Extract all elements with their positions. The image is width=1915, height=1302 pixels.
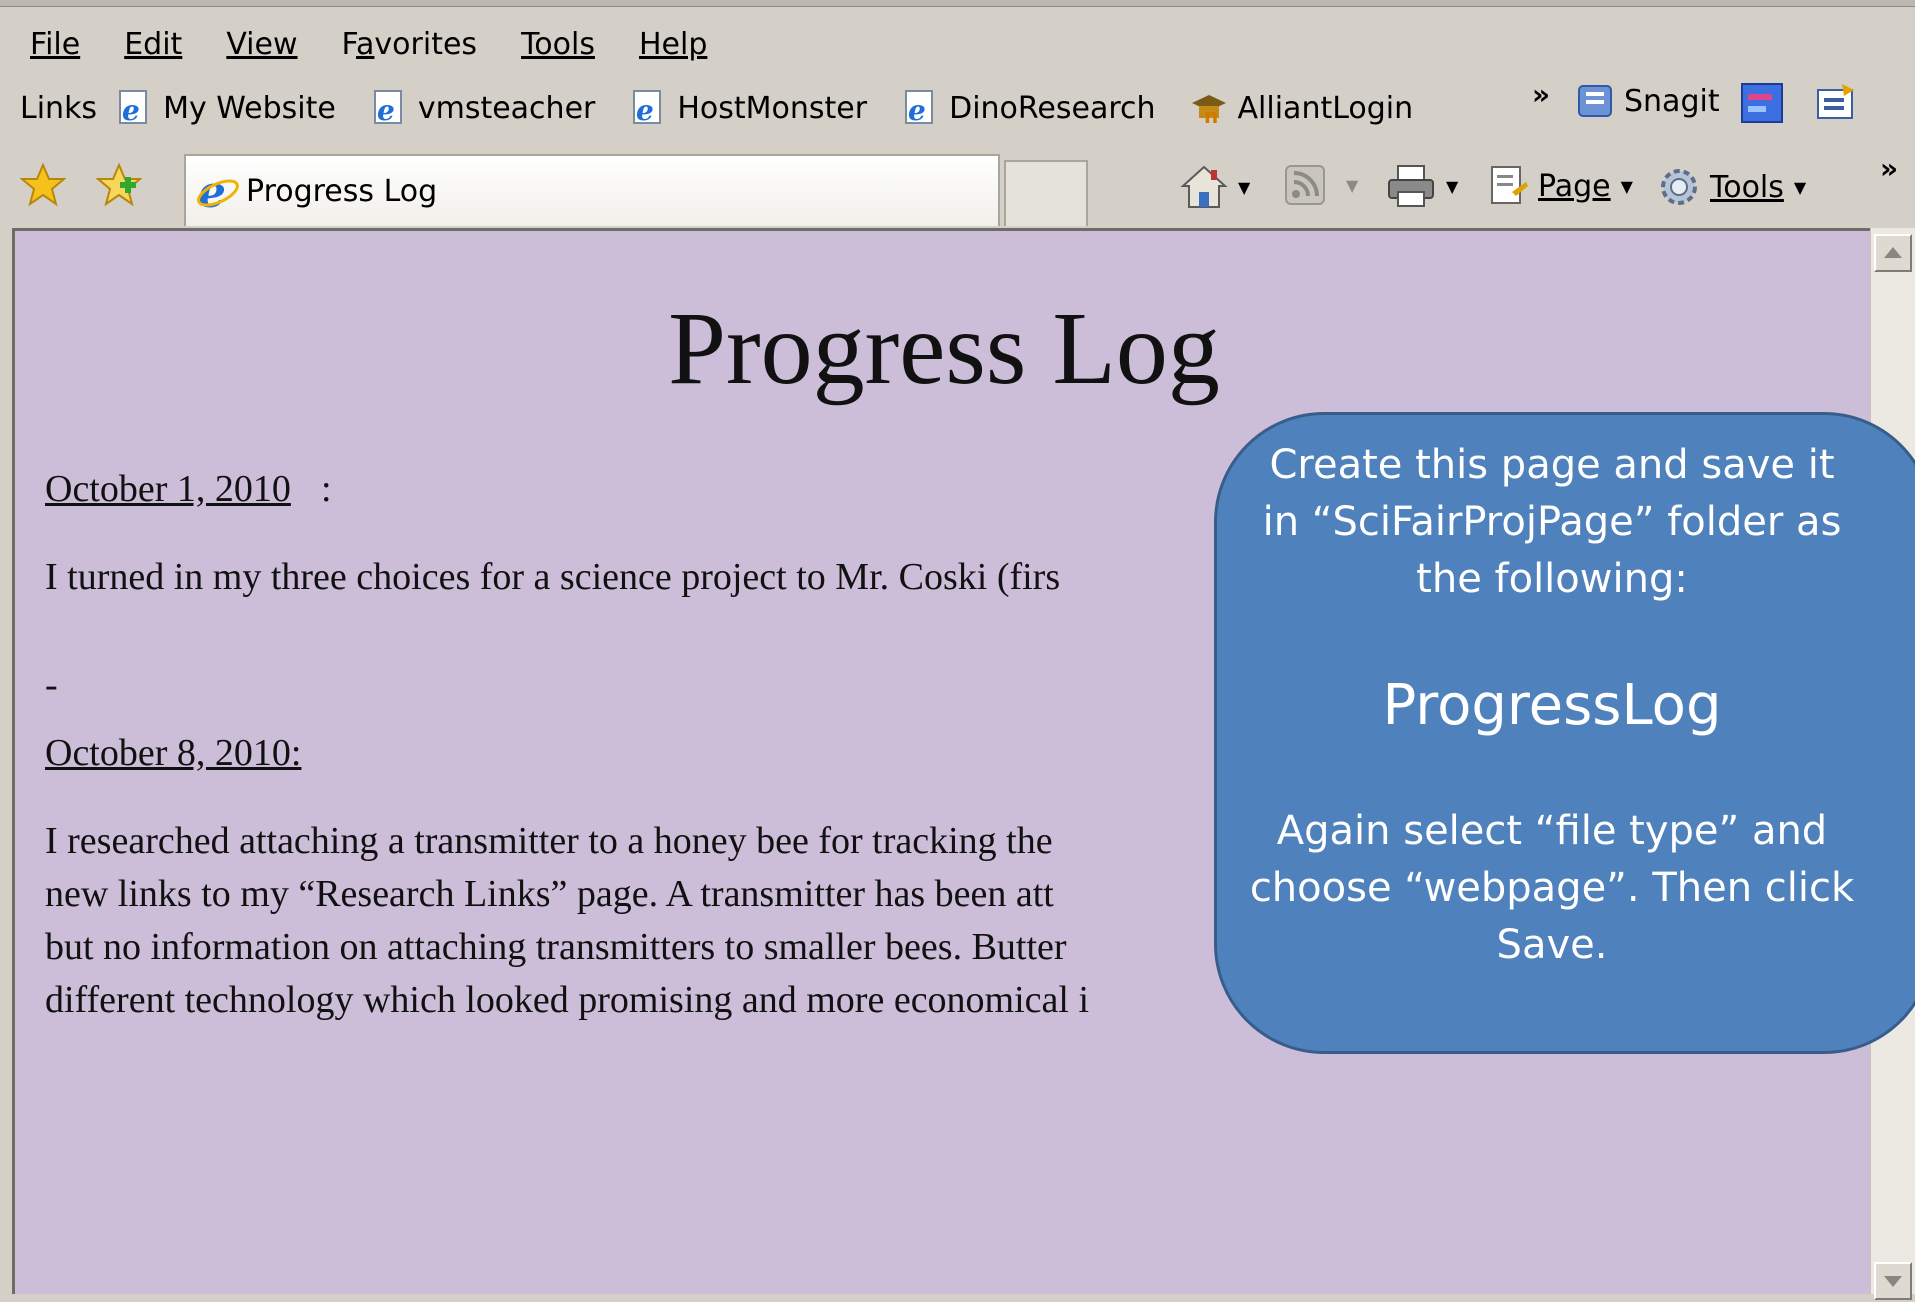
- snagit-editor-icon[interactable]: [1740, 82, 1784, 124]
- menu-file[interactable]: File: [30, 20, 80, 70]
- ie-page-icon: e: [905, 90, 934, 127]
- page-dropdown-icon[interactable]: ▼: [1621, 177, 1633, 196]
- tools-menu-button[interactable]: Tools ▼: [1656, 164, 1806, 210]
- ie-page-icon: e: [633, 90, 662, 127]
- new-tab-button[interactable]: [1004, 160, 1088, 226]
- ie-page-icon: e: [373, 90, 402, 127]
- entry-date-colon: :: [321, 468, 332, 510]
- scroll-down-arrow-icon: [1884, 1276, 1902, 1287]
- snagit-label: Snagit: [1624, 83, 1720, 119]
- ie-page-icon: e: [119, 90, 148, 127]
- link-label: AlliantLogin: [1237, 90, 1414, 126]
- add-favorite-icon[interactable]: [96, 162, 142, 208]
- command-overflow-chevron-icon[interactable]: »: [1880, 152, 1898, 185]
- send-page-icon[interactable]: [1814, 82, 1858, 124]
- window-top-edge: [0, 0, 1915, 7]
- instruction-callout: Create this page and save it in “SciFair…: [1214, 412, 1915, 1054]
- ie-logo-icon: e: [197, 169, 239, 213]
- tools-menu-label: Tools: [1710, 169, 1784, 205]
- link-label: My Website: [163, 90, 336, 126]
- svg-text:e: e: [636, 94, 654, 127]
- link-label: vmsteacher: [417, 90, 596, 126]
- print-button[interactable]: ▼: [1386, 164, 1458, 208]
- snagit-button[interactable]: Snagit: [1576, 82, 1720, 120]
- home-dropdown-icon[interactable]: ▼: [1238, 178, 1250, 197]
- snagit-icon: [1578, 85, 1612, 117]
- callout-instruction-text: Create this page and save it in “SciFair…: [1262, 442, 1842, 602]
- menu-favorites[interactable]: Favorites: [342, 20, 478, 70]
- svg-text:e: e: [377, 94, 395, 127]
- home-icon: [1180, 165, 1228, 208]
- link-vmsteacher[interactable]: e vmsteacher: [370, 89, 596, 127]
- entry-date: October 1, 2010: [45, 468, 291, 510]
- link-label: DinoResearch: [949, 90, 1156, 126]
- callout-filename: ProgressLog: [1382, 673, 1722, 738]
- favorites-star-icon[interactable]: [20, 162, 66, 208]
- menu-edit[interactable]: Edit: [124, 20, 182, 70]
- menu-help[interactable]: Help: [639, 20, 707, 70]
- links-overflow-chevron-icon[interactable]: »: [1532, 78, 1550, 111]
- links-label: Links: [20, 90, 98, 126]
- page-menu-label: Page: [1538, 168, 1611, 204]
- feeds-button[interactable]: ▼: [1284, 164, 1358, 206]
- entry-separator: -: [45, 664, 58, 706]
- entry-date: October 8, 2010:: [45, 732, 302, 774]
- page-menu-button[interactable]: Page ▼: [1486, 164, 1633, 208]
- menu-tools[interactable]: Tools: [521, 20, 595, 70]
- scroll-up-button[interactable]: [1874, 234, 1912, 272]
- command-bar: e Progress Log ▼ ▼ ▼ Page ▼ Tools ▼ »: [0, 146, 1915, 226]
- tab-title: Progress Log: [246, 173, 438, 209]
- printer-icon: [1388, 165, 1434, 207]
- menu-view[interactable]: View: [226, 20, 297, 70]
- graduation-cap-icon: n: [1191, 95, 1226, 127]
- home-button[interactable]: ▼: [1180, 164, 1250, 210]
- scroll-down-button[interactable]: [1874, 1262, 1912, 1300]
- page-icon: [1491, 166, 1528, 204]
- tab-progress-log[interactable]: e Progress Log: [184, 154, 1000, 226]
- link-hostmonster[interactable]: e HostMonster: [629, 89, 867, 127]
- svg-text:e: e: [908, 94, 926, 127]
- link-dinoresearch[interactable]: e DinoResearch: [901, 89, 1156, 127]
- gear-icon: [1661, 169, 1697, 205]
- link-alliantlogin[interactable]: n AlliantLogin: [1190, 89, 1414, 127]
- svg-text:e: e: [122, 94, 140, 127]
- page-title: Progress Log: [668, 291, 1220, 406]
- print-dropdown-icon[interactable]: ▼: [1446, 177, 1458, 196]
- scroll-up-arrow-icon: [1884, 247, 1902, 258]
- menu-bar: File Edit View Favorites Tools Help: [0, 20, 721, 70]
- rss-feed-icon: [1285, 165, 1325, 205]
- tools-dropdown-icon[interactable]: ▼: [1794, 178, 1806, 197]
- callout-save-instructions: Again select “file type” and choose “web…: [1249, 808, 1855, 968]
- svg-text:n: n: [1204, 104, 1218, 127]
- link-label: HostMonster: [677, 90, 868, 126]
- feeds-dropdown-icon[interactable]: ▼: [1346, 176, 1358, 195]
- link-my-website[interactable]: e My Website: [115, 89, 336, 127]
